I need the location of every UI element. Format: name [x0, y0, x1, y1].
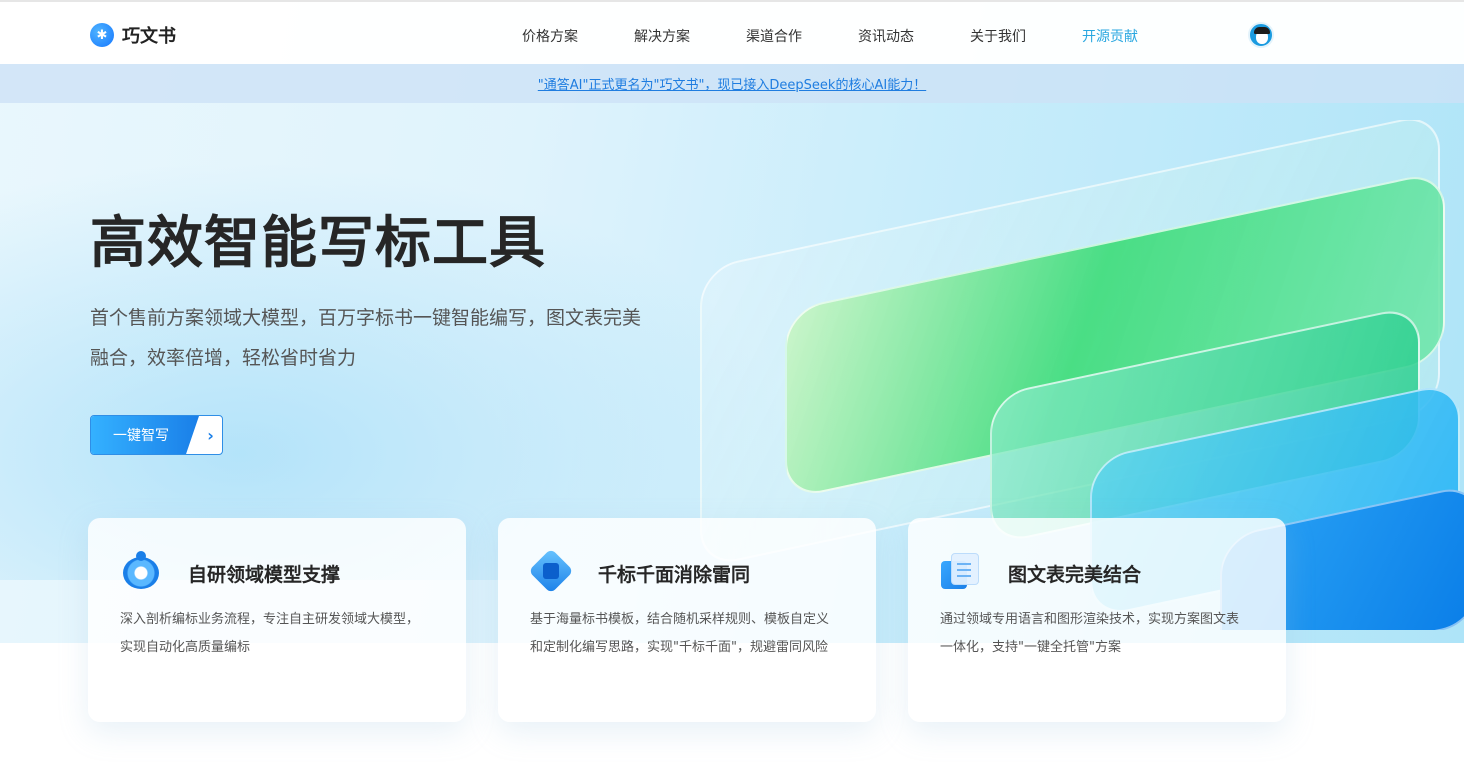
feature-title: 自研领域模型支撑	[188, 564, 341, 586]
cube-gear-icon	[528, 548, 574, 594]
nav-item-about[interactable]: 关于我们	[970, 26, 1026, 46]
nav-item-open-source[interactable]: 开源贡献	[1082, 26, 1138, 46]
page: ✱ 巧文书 价格方案 解决方案 渠道合作 资讯动态 关于我们 开源贡献 "通答A…	[0, 0, 1464, 780]
nav-item-partners[interactable]: 渠道合作	[746, 26, 802, 46]
announcement-bar: "通答AI"正式更名为"巧文书"，现已接入DeepSeek的核心AI能力！	[0, 64, 1464, 103]
hero-description: 首个售前方案领域大模型，百万字标书一键智能编写，图文表完美融合，效率倍增，轻松省…	[90, 307, 642, 369]
user-avatar[interactable]	[1248, 22, 1274, 48]
feature-description: 深入剖析编标业务流程，专注自主研发领域大模型，实现自动化高质量编标	[120, 612, 420, 655]
main-nav: 价格方案 解决方案 渠道合作 资讯动态 关于我们 开源贡献	[522, 26, 1194, 46]
chevron-right-icon: ›	[207, 425, 214, 445]
logo[interactable]: ✱ 巧文书	[90, 22, 176, 48]
logo-text: 巧文书	[122, 26, 176, 47]
feature-card-graphics: 图文表完美结合 通过领域专用语言和图形渲染技术，实现方案图文表一体化，支持"一键…	[908, 518, 1286, 722]
avatar-hair	[1254, 27, 1270, 34]
announcement-link[interactable]: "通答AI"正式更名为"巧文书"，现已接入DeepSeek的核心AI能力！	[538, 74, 926, 93]
top-header: ✱ 巧文书 价格方案 解决方案 渠道合作 资讯动态 关于我们 开源贡献	[0, 0, 1464, 64]
model-ring-icon	[121, 551, 161, 591]
brain-logo-icon: ✱	[90, 23, 114, 47]
feature-description: 通过领域专用语言和图形渲染技术，实现方案图文表一体化，支持"一键全托管"方案	[940, 612, 1240, 655]
nav-item-pricing[interactable]: 价格方案	[522, 26, 578, 46]
feature-description: 基于海量标书模板，结合随机采样规则、模板自定义和定制化编写思路，实现"千标千面"…	[530, 612, 830, 655]
nav-item-news[interactable]: 资讯动态	[858, 26, 914, 46]
feature-title: 图文表完美结合	[1008, 564, 1142, 586]
smart-write-button[interactable]: 一键智写 ›	[90, 415, 223, 455]
feature-card-model: 自研领域模型支撑 深入剖析编标业务流程，专注自主研发领域大模型，实现自动化高质量…	[88, 518, 466, 722]
smart-write-label: 一键智写	[91, 416, 199, 454]
feature-card-unique: 千标千面消除雷同 基于海量标书模板，结合随机采样规则、模板自定义和定制化编写思路…	[498, 518, 876, 722]
feature-title: 千标千面消除雷同	[598, 564, 751, 586]
document-icon	[941, 551, 981, 591]
hero-title: 高效智能写标工具	[90, 211, 546, 276]
nav-item-solutions[interactable]: 解决方案	[634, 26, 690, 46]
